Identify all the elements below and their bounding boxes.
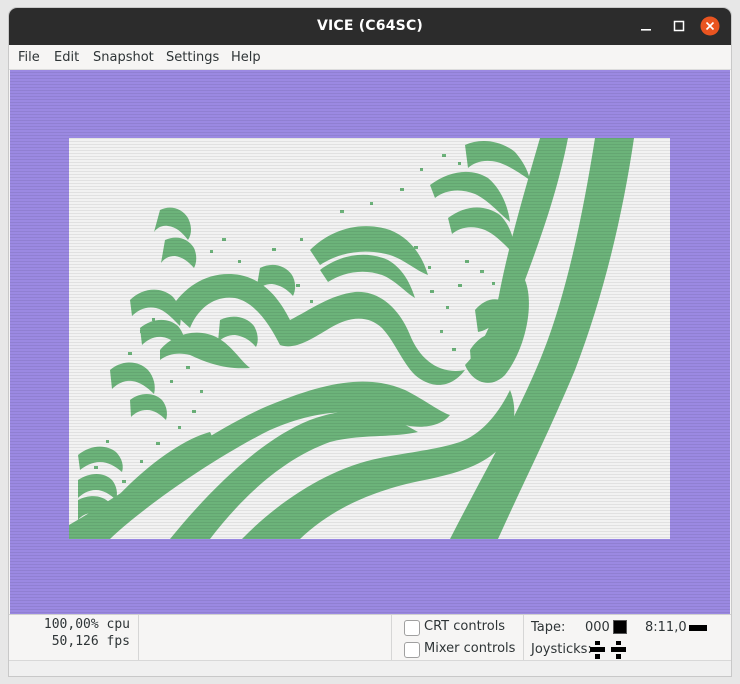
vice-window: VICE (C64SC) File Edit Snapshot Settings…	[9, 8, 731, 676]
menu-settings[interactable]: Settings	[166, 50, 219, 65]
tape-counter[interactable]: 000	[585, 620, 610, 635]
maximize-icon	[673, 20, 685, 32]
window-title: VICE (C64SC)	[316, 18, 424, 34]
maximize-button[interactable]	[669, 16, 689, 36]
speed-display: 100,00% cpu 50,126 fps	[9, 615, 139, 661]
minimize-button[interactable]	[636, 16, 656, 36]
crt-controls-checkbox[interactable]	[404, 620, 420, 636]
status-bar: 100,00% cpu 50,126 fps CRT controls Mixe…	[9, 614, 731, 661]
window-bottom-strip	[9, 660, 731, 676]
minimize-icon	[641, 29, 651, 31]
crt-controls-label: CRT controls	[424, 619, 506, 634]
menu-file[interactable]: File	[18, 50, 40, 65]
tape-label: Tape:	[531, 620, 566, 635]
fps-counter: 50,126 fps	[51, 634, 130, 649]
menu-snapshot[interactable]: Snapshot	[93, 50, 154, 65]
emulator-screen[interactable]	[10, 70, 730, 614]
menu-bar: File Edit Snapshot Settings Help	[9, 45, 731, 70]
title-bar[interactable]: VICE (C64SC)	[9, 8, 731, 45]
menu-edit[interactable]: Edit	[54, 50, 79, 65]
drive-led-icon	[689, 625, 707, 631]
joysticks-label: Joysticks:	[531, 642, 592, 657]
c64-display	[69, 138, 670, 539]
menu-help[interactable]: Help	[231, 50, 261, 65]
joystick-icon[interactable]	[611, 641, 626, 659]
joystick-icon[interactable]	[590, 641, 605, 659]
status-toggles: CRT controls Mixer controls	[391, 615, 524, 661]
mixer-controls-label: Mixer controls	[424, 641, 516, 656]
tape-stop-icon[interactable]	[613, 620, 627, 634]
drive-status[interactable]: 8:11,0	[645, 620, 687, 635]
mixer-controls-checkbox[interactable]	[404, 642, 420, 658]
close-button[interactable]	[700, 16, 720, 36]
cpu-usage: 100,00% cpu	[43, 617, 130, 632]
close-icon	[700, 16, 720, 36]
